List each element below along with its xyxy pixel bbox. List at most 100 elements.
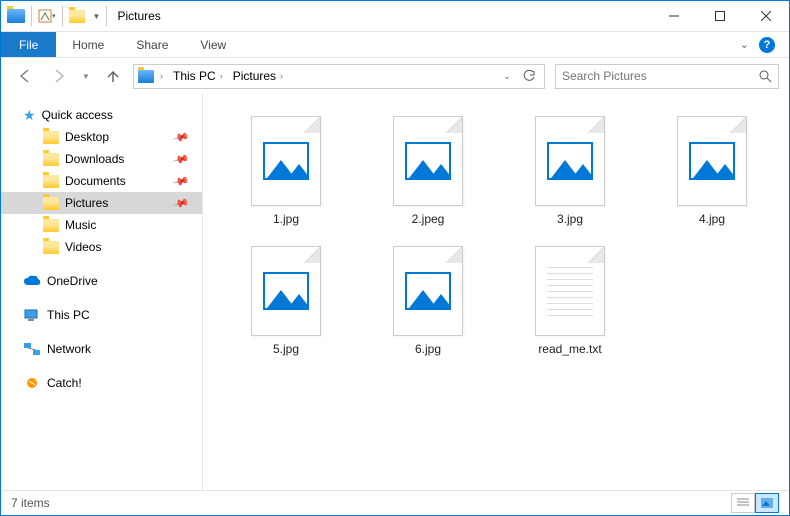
sidebar-item-desktop[interactable]: Desktop 📌: [1, 126, 202, 148]
file-item[interactable]: 2.jpeg: [359, 112, 497, 230]
tab-share[interactable]: Share: [120, 32, 184, 57]
sidebar-item-this-pc[interactable]: This PC: [1, 304, 202, 326]
image-icon: [405, 272, 451, 310]
address-dropdown-icon[interactable]: ⌄: [496, 65, 518, 88]
breadcrumb-root-chevron[interactable]: ›: [156, 71, 167, 81]
sidebar-item-network[interactable]: Network: [1, 338, 202, 360]
sidebar-item-label: Catch!: [47, 376, 82, 390]
file-name: 5.jpg: [273, 342, 299, 356]
image-icon: [689, 142, 735, 180]
file-item[interactable]: read_me.txt: [501, 242, 639, 360]
breadcrumb-label: Pictures: [233, 69, 276, 83]
breadcrumb-pictures[interactable]: Pictures›: [229, 69, 287, 83]
sidebar-item-pictures[interactable]: Pictures 📌: [1, 192, 202, 214]
recent-locations-icon[interactable]: ▼: [79, 62, 93, 90]
file-thumbnail: [251, 116, 321, 206]
ribbon-expand-icon[interactable]: ⌄: [740, 38, 749, 51]
sidebar-item-label: Documents: [65, 174, 126, 188]
file-item[interactable]: 3.jpg: [501, 112, 639, 230]
breadcrumb-label: This PC: [173, 69, 216, 83]
quick-access-toolbar: ▾ ▼: [1, 6, 104, 26]
tab-home[interactable]: Home: [56, 32, 120, 57]
navigation-bar: ▼ › This PC› Pictures› ⌄: [1, 58, 789, 94]
sidebar-item-label: Videos: [65, 240, 101, 254]
file-item[interactable]: 4.jpg: [643, 112, 781, 230]
back-button[interactable]: [11, 62, 39, 90]
file-name: read_me.txt: [538, 342, 601, 356]
separator: [106, 6, 107, 26]
item-count: 7 items: [11, 496, 50, 510]
file-item[interactable]: 1.jpg: [217, 112, 355, 230]
help-icon[interactable]: ?: [759, 37, 775, 53]
forward-button[interactable]: [45, 62, 73, 90]
network-icon: [23, 342, 41, 356]
file-thumbnail: [535, 116, 605, 206]
maximize-button[interactable]: [697, 1, 743, 31]
separator: [62, 6, 63, 26]
up-button[interactable]: [99, 62, 127, 90]
file-list[interactable]: 1.jpg 2.jpeg 3.jpg 4.jpg 5.jpg 6.jpg rea…: [203, 94, 789, 490]
file-tab[interactable]: File: [1, 32, 56, 57]
pin-icon: 📌: [172, 172, 190, 190]
sidebar-item-music[interactable]: Music: [1, 214, 202, 236]
sidebar-quick-access[interactable]: ★ Quick access: [1, 104, 202, 126]
folder-icon: [43, 131, 59, 144]
sidebar-item-catch-[interactable]: Catch!: [1, 372, 202, 394]
breadcrumb-this-pc[interactable]: This PC›: [169, 69, 227, 83]
properties-icon[interactable]: ▾: [38, 9, 56, 23]
separator: [31, 6, 32, 26]
image-icon: [405, 142, 451, 180]
sidebar-item-videos[interactable]: Videos: [1, 236, 202, 258]
sidebar-item-label: Music: [65, 218, 96, 232]
pc-icon: [23, 308, 41, 322]
sidebar-item-label: Downloads: [65, 152, 124, 166]
folder-icon: [43, 241, 59, 254]
sidebar-item-documents[interactable]: Documents 📌: [1, 170, 202, 192]
search-box[interactable]: [555, 64, 779, 89]
file-name: 4.jpg: [699, 212, 725, 226]
refresh-icon[interactable]: [518, 65, 540, 88]
folder-icon: [43, 175, 59, 188]
navigation-pane: ★ Quick access Desktop 📌 Downloads 📌 Doc…: [1, 94, 203, 490]
file-item[interactable]: 6.jpg: [359, 242, 497, 360]
folder-icon: [43, 153, 59, 166]
file-thumbnail: [677, 116, 747, 206]
sidebar-item-label: This PC: [47, 308, 90, 322]
file-thumbnail: [393, 246, 463, 336]
sidebar-item-onedrive[interactable]: OneDrive: [1, 270, 202, 292]
explorer-icon: [7, 9, 25, 23]
image-icon: [263, 272, 309, 310]
file-name: 1.jpg: [273, 212, 299, 226]
cloud-icon: [23, 274, 41, 288]
address-bar[interactable]: › This PC› Pictures› ⌄: [133, 64, 545, 89]
sidebar-item-label: OneDrive: [47, 274, 98, 288]
star-icon: ★: [23, 107, 36, 124]
qat-dropdown-icon[interactable]: ▼: [89, 12, 105, 21]
details-view-toggle[interactable]: [731, 493, 755, 513]
pin-icon: 📌: [172, 194, 190, 212]
folder-icon: [43, 197, 59, 210]
folder-icon: [43, 219, 59, 232]
search-icon[interactable]: [758, 69, 772, 83]
close-button[interactable]: [743, 1, 789, 31]
file-name: 3.jpg: [557, 212, 583, 226]
new-folder-icon[interactable]: [69, 10, 85, 23]
text-file-icon: [547, 262, 593, 320]
thumbnails-view-toggle[interactable]: [755, 493, 779, 513]
main-area: ★ Quick access Desktop 📌 Downloads 📌 Doc…: [1, 94, 789, 490]
search-input[interactable]: [562, 69, 758, 83]
image-icon: [547, 142, 593, 180]
catch-icon: [23, 376, 41, 390]
sidebar-item-downloads[interactable]: Downloads 📌: [1, 148, 202, 170]
pin-icon: 📌: [172, 150, 190, 168]
minimize-button[interactable]: [651, 1, 697, 31]
file-item[interactable]: 5.jpg: [217, 242, 355, 360]
sidebar-item-label: Desktop: [65, 130, 109, 144]
window-controls: [651, 1, 789, 31]
titlebar: ▾ ▼ Pictures: [1, 1, 789, 32]
file-name: 6.jpg: [415, 342, 441, 356]
sidebar-item-label: Network: [47, 342, 91, 356]
location-icon: [138, 70, 154, 83]
tab-view[interactable]: View: [184, 32, 242, 57]
sidebar-item-label: Pictures: [65, 196, 108, 210]
